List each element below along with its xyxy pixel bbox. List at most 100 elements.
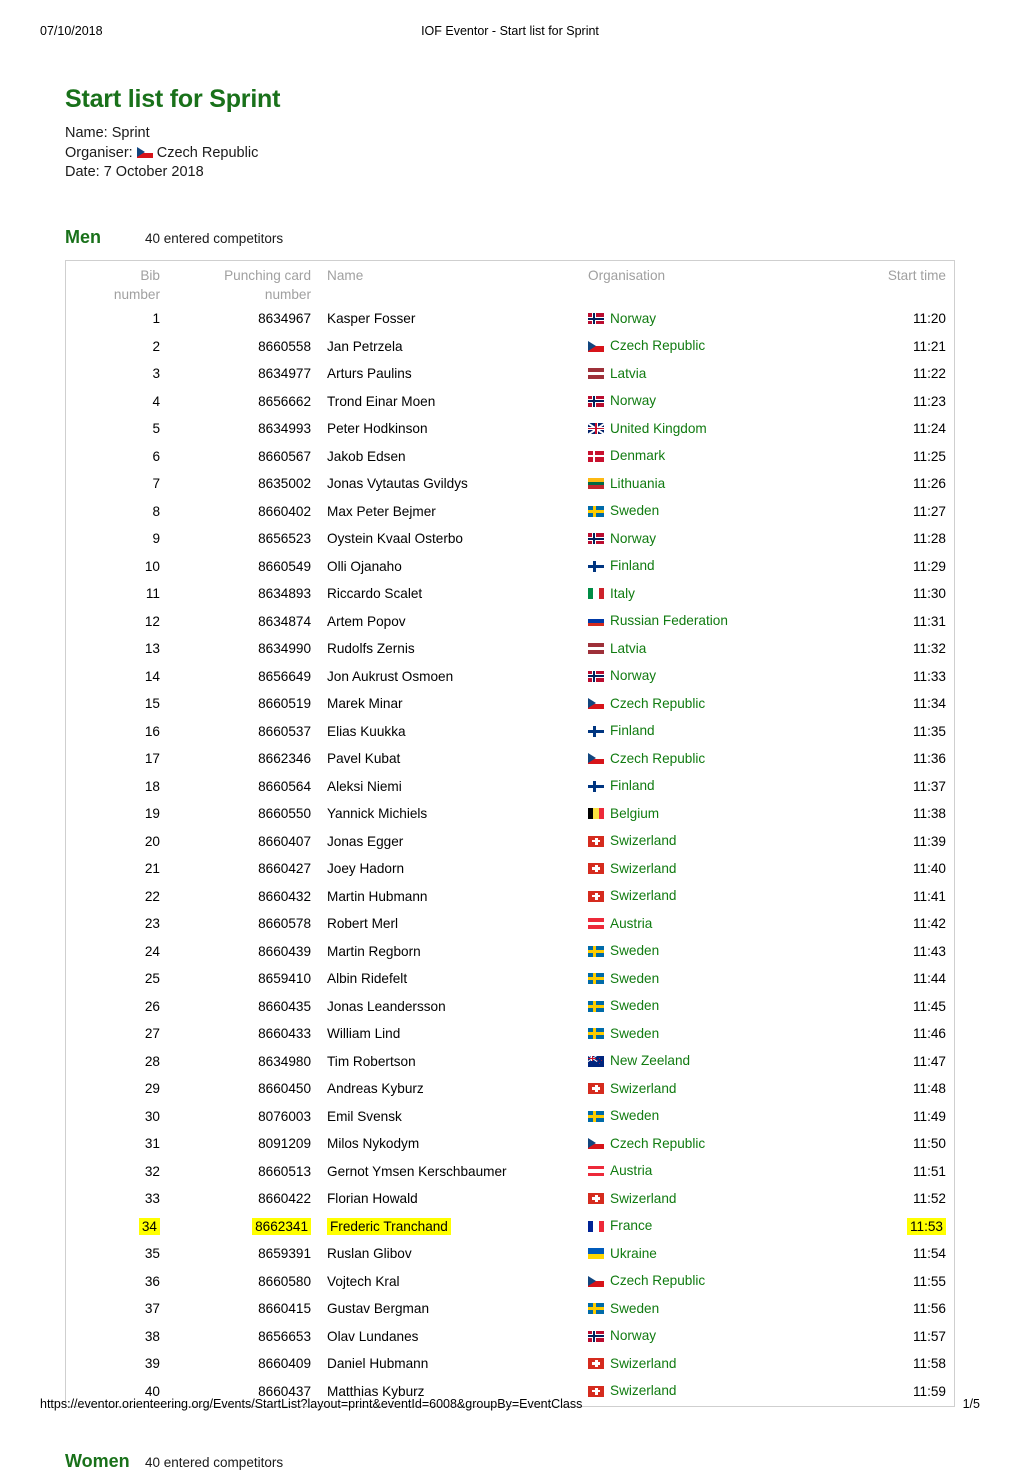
organisation-label: Norway [610, 393, 657, 408]
organisation-badge: Lithuania [588, 475, 665, 493]
class-header-men: Men 40 entered competitors [65, 227, 955, 248]
organisation-label: Sweden [610, 998, 660, 1013]
print-header: 07/10/2018 IOF Eventor - Start list for … [40, 24, 980, 42]
organisation-label: Austria [610, 1163, 653, 1178]
cell-name: Olli Ojanaho [327, 558, 402, 574]
cell-punching-card-number: 8660550 [258, 806, 311, 822]
cell-bib-number: 25 [144, 971, 160, 987]
cell-start-time: 11:54 [912, 1246, 946, 1262]
organisation-badge: Austria [588, 1162, 652, 1180]
class-name-women: Women [65, 1450, 130, 1471]
cell-start-time: 11:28 [912, 531, 946, 547]
cell-bib-number: 6 [152, 448, 160, 464]
cell-punching-card-number: 8634977 [258, 366, 311, 382]
organisation-badge: Belgium [588, 805, 659, 823]
cell-bib-number: 1 [152, 311, 160, 327]
organisation-label: Lithuania [610, 475, 666, 491]
cell-bib-number: 37 [144, 1301, 160, 1317]
cell-name: Jonas Vytautas Gvildys [327, 476, 468, 492]
cell-punching-card-number: 8660567 [258, 448, 311, 464]
organisation-label: Swizerland [610, 860, 677, 876]
table-row: 3 8634977 Arturs Paulins Latvia 11:22 [66, 361, 955, 389]
table-row: 39 8660409 Daniel Hubmann Swizerland 11:58 [66, 1351, 955, 1379]
flag-norway-icon [588, 395, 604, 407]
cell-name: Rudolfs Zernis [327, 641, 415, 657]
flag-switzerland-icon [588, 890, 604, 902]
cell-organisation: Swizerland [580, 883, 846, 911]
table-row: 21 8660427 Joey Hadorn Swizerland 11:40 [66, 856, 955, 884]
cell-name: Arturs Paulins [327, 366, 412, 382]
highlight-mark: 8662341 [252, 1217, 311, 1235]
flag-latvia-icon [588, 643, 604, 654]
cell-bib-number: 11 [145, 586, 160, 602]
organisation-label: Finland [610, 558, 655, 573]
document-content: Start list for Sprint Name: Sprint Organ… [65, 84, 955, 1472]
cell-organisation: Ukraine [580, 1241, 846, 1269]
organisation-label: Sweden [610, 1025, 660, 1041]
organisation-badge: Swizerland [588, 832, 677, 850]
cell-start-time: 11:21 [912, 338, 946, 354]
cell-organisation: Norway [580, 388, 846, 416]
flag-latvia-icon [588, 368, 604, 379]
cell-punching-card-number: 8660450 [258, 1081, 311, 1097]
organisation-label: Sweden [610, 1300, 660, 1316]
cell-bib-number: 22 [144, 888, 160, 904]
cell-organisation: Finland [580, 773, 846, 801]
cell-bib-number: 29 [144, 1081, 160, 1097]
organisation-label: Norway [610, 668, 657, 683]
cell-name: Peter Hodkinson [327, 421, 428, 437]
organisation-badge: Swizerland [588, 887, 677, 905]
organisation-label: Denmark [610, 448, 666, 463]
cell-bib-number: 9 [152, 531, 160, 547]
flag-sweden-icon [588, 973, 604, 984]
table-row: 27 8660433 William Lind Sweden 11:46 [66, 1021, 955, 1049]
cell-punching-card-number: 8659391 [258, 1246, 311, 1262]
cell-organisation: Russian Federation [580, 608, 846, 636]
cell-organisation: France [580, 1213, 846, 1241]
table-row: 24 8660439 Martin Regborn Sweden 11:43 [66, 938, 955, 966]
cell-name: Kasper Fosser [327, 311, 416, 327]
cell-punching-card-number: 8634990 [258, 641, 311, 657]
organisation-badge: Finland [588, 722, 655, 740]
organisation-label: Sweden [610, 1108, 660, 1123]
organisation-label: United Kingdom [610, 420, 707, 436]
cell-bib-number: 38 [144, 1328, 160, 1344]
organisation-label: Norway [610, 310, 657, 326]
cell-start-time: 11:39 [912, 833, 946, 849]
cell-bib-number: 3 [152, 366, 160, 382]
table-row: 4 8656662 Trond Einar Moen Norway 11:23 [66, 388, 955, 416]
cell-name: Jan Petrzela [327, 338, 403, 354]
table-row: 19 8660550 Yannick Michiels Belgium 11:38 [66, 801, 955, 829]
organisation-badge: Ukraine [588, 1245, 657, 1263]
organisation-badge: Sweden [588, 1107, 659, 1125]
cell-organisation: Sweden [580, 1021, 846, 1049]
flag-switzerland-icon [588, 1193, 604, 1204]
cell-start-time: 11:47 [912, 1053, 946, 1069]
cell-start-time: 11:41 [912, 888, 946, 904]
organisation-badge: Czech Republic [588, 1272, 705, 1290]
cell-organisation: Belgium [580, 801, 846, 829]
column-header-start-time: Start time [887, 267, 946, 283]
cell-bib-number: 21 [144, 861, 160, 877]
table-row: 8 8660402 Max Peter Bejmer Sweden 11:27 [66, 498, 955, 526]
table-row: 16 8660537 Elias Kuukka Finland 11:35 [66, 718, 955, 746]
class-header-women: Women 40 entered competitors [65, 1451, 955, 1472]
cell-punching-card-number: 8662346 [258, 751, 311, 767]
flag-switzerland-icon [588, 1358, 604, 1369]
flag-norway-icon [588, 533, 604, 544]
cell-start-time: 11:57 [912, 1328, 946, 1344]
cell-name: Frederic Tranchand [319, 1213, 580, 1241]
cell-punching-card-number: 8634893 [258, 586, 311, 602]
table-row: 2 8660558 Jan Petrzela Czech Republic 11:21 [66, 333, 955, 361]
cell-punching-card-number: 8660432 [258, 888, 311, 904]
cell-bib-number: 19 [144, 806, 160, 822]
cell-bib-number: 8 [152, 503, 160, 519]
cell-name: Aleksi Niemi [327, 778, 402, 794]
cell-organisation: Swizerland [580, 828, 846, 856]
cell-bib-number: 7 [152, 476, 160, 492]
flag-switzerland-icon [588, 1385, 604, 1397]
flag-czech-republic-icon [588, 698, 604, 709]
organisation-badge: Sweden [588, 1025, 659, 1043]
table-row: 9 8656523 Oystein Kvaal Osterbo Norway 11:28 [66, 526, 955, 554]
table-row: 31 8091209 Milos Nykodym Czech Republic 11:5… [66, 1131, 955, 1159]
